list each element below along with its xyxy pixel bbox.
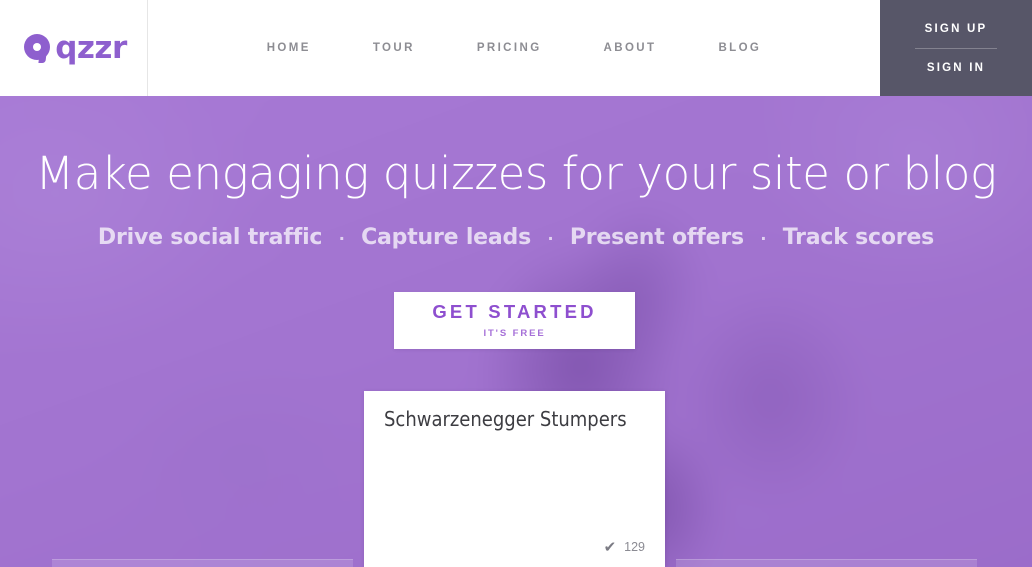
nav-item-about[interactable]: ABOUT bbox=[573, 34, 688, 62]
subhead-separator-3: · bbox=[760, 228, 767, 248]
hero-section: Make engaging quizzes for your site or b… bbox=[0, 96, 1032, 567]
next-quiz-card-row-peek bbox=[0, 559, 1032, 567]
subhead-item-2: Capture leads bbox=[361, 225, 531, 250]
auth-zone: SIGN UP SIGN IN bbox=[880, 0, 1032, 96]
logo-wordmark: qzzr bbox=[55, 29, 127, 66]
hero-subheadline: Drive social traffic · Capture leads · P… bbox=[0, 225, 1032, 250]
subhead-item-4: Track scores bbox=[782, 225, 935, 250]
get-started-button[interactable]: GET STARTED IT'S FREE bbox=[394, 292, 635, 349]
quiz-card[interactable]: Schwarzenegger Stumpers ✔ 129 bbox=[364, 391, 665, 567]
main-navigation: HOME TOUR PRICING ABOUT BLOG bbox=[148, 0, 880, 96]
subhead-separator-1: · bbox=[338, 228, 345, 248]
hero-content: Make engaging quizzes for your site or b… bbox=[0, 96, 1032, 567]
nav-item-blog[interactable]: BLOG bbox=[687, 34, 792, 62]
peek-card[interactable] bbox=[364, 559, 665, 567]
nav-item-tour[interactable]: TOUR bbox=[342, 34, 446, 62]
qzzr-logo[interactable]: qzzr bbox=[24, 31, 127, 65]
qzzr-landing-page: qzzr HOME TOUR PRICING ABOUT BLOG SIGN U… bbox=[0, 0, 1032, 567]
nav-item-home[interactable]: HOME bbox=[236, 34, 342, 62]
quiz-card-count: 129 bbox=[624, 540, 645, 555]
peek-card[interactable] bbox=[676, 559, 977, 567]
qzzr-q-mark-icon bbox=[24, 33, 54, 63]
quiz-card-row: Schwarzenegger Stumpers ✔ 129 bbox=[0, 391, 1032, 567]
sign-in-button[interactable]: SIGN IN bbox=[880, 49, 1032, 87]
page-title: Make engaging quizzes for your site or b… bbox=[35, 147, 997, 200]
subhead-item-1: Drive social traffic bbox=[97, 225, 323, 250]
peek-card[interactable] bbox=[52, 559, 353, 567]
get-started-label: GET STARTED bbox=[432, 301, 597, 322]
sign-up-button[interactable]: SIGN UP bbox=[880, 10, 1032, 48]
nav-item-pricing[interactable]: PRICING bbox=[446, 34, 573, 62]
subhead-separator-2: · bbox=[547, 228, 554, 248]
subhead-item-3: Present offers bbox=[569, 225, 744, 250]
logo-zone[interactable]: qzzr bbox=[0, 0, 148, 96]
quiz-card-stat: ✔ 129 bbox=[604, 540, 645, 555]
check-icon: ✔ bbox=[603, 539, 617, 556]
site-header: qzzr HOME TOUR PRICING ABOUT BLOG SIGN U… bbox=[0, 0, 1032, 96]
quiz-card-title: Schwarzenegger Stumpers bbox=[384, 407, 627, 431]
get-started-sublabel: IT'S FREE bbox=[483, 327, 546, 339]
